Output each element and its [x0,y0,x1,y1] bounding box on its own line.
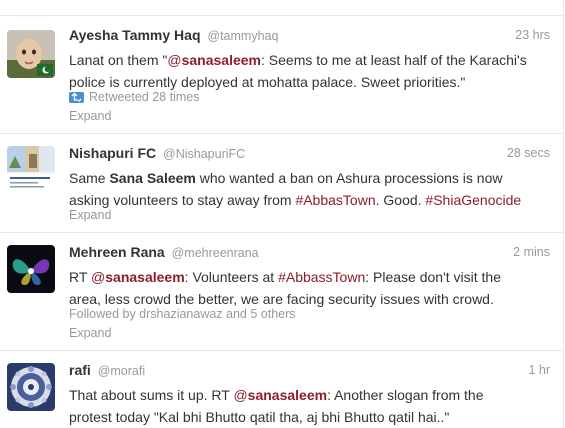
mention-link[interactable]: @sanasaleem [91,269,185,285]
tweet-item[interactable]: Ayesha Tammy Haq @tammyhaq 23 hrs Lanat … [0,15,563,133]
mosaic-pattern-icon [7,363,55,411]
tweet-text: Same Sana Saleem who wanted a ban on Ash… [69,167,550,211]
tweet-text: RT @sanasaleem: Volunteers at #AbbassTow… [69,266,550,310]
text-segment: : Another slogan from the [327,387,484,403]
tweet-item[interactable]: Mehreen Rana @mehreenrana 2 mins RT @san… [0,232,563,350]
tweet-text: That about sums it up. RT @sanasaleem: A… [69,384,550,428]
bold-name: Sana Saleem [109,170,196,186]
tweet-timeline: Ayesha Tammy Haq @tammyhaq 23 hrs Lanat … [0,0,564,428]
retweet-icon [69,92,84,103]
text-segment: : Seems to me at least half of the Karac… [261,52,527,68]
avatar[interactable] [7,146,55,194]
butterfly-art-icon [7,245,55,293]
timestamp-link[interactable]: 28 secs [507,145,550,161]
tweet-header: Mehreen Rana @mehreenrana 2 mins [69,244,550,260]
fullname-link[interactable]: rafi [69,362,91,378]
expand-link[interactable]: Expand [69,108,111,124]
text-segment: That about sums it up. RT [69,387,234,403]
hashtag-link[interactable]: #ShiaGenocide [425,192,521,208]
mention-at: @ [167,52,182,68]
text-segment: who wanted a ban on Ashura processions i… [195,170,503,186]
tweet-text: Lanat on them "@sanasaleem: Seems to me … [69,49,550,93]
timestamp-link[interactable]: 1 hr [528,362,550,378]
hashtag-link[interactable]: #AbbassTown [278,269,365,285]
text-segment: : Volunteers at [184,269,279,285]
expand-link[interactable]: Expand [69,207,111,223]
mention-at: @ [233,387,248,403]
text-segment: RT [69,269,92,285]
mention-at: @ [91,269,106,285]
avatar[interactable] [7,30,55,78]
child-photo-icon [7,30,55,78]
tweet-item[interactable]: rafi @morafi 1 hr That about sums it up.… [0,350,563,428]
mention-name: sanasaleem [105,269,185,285]
mention-link[interactable]: @sanasaleem [233,387,327,403]
text-segment: : Please don't visit the [365,269,501,285]
text-segment: protest today "Kal bhi Bhutto qatil tha,… [69,409,450,425]
tweet-header: rafi @morafi 1 hr [69,362,550,378]
fullname-link[interactable]: Ayesha Tammy Haq [69,27,201,43]
followed-by-info: Followed by drshazianawaz and 5 others [69,307,296,321]
timestamp-link[interactable]: 2 mins [513,244,550,260]
text-segment: . Good. [375,192,426,208]
screen-name-link[interactable]: @tammyhaq [207,29,278,43]
screen-name-link[interactable]: @morafi [98,364,145,378]
text-segment: Lanat on them " [69,52,168,68]
nishapuri-logo-icon [7,146,55,194]
text-segment: area, less crowd the better, we are faci… [69,291,494,307]
retweet-info: Retweeted 28 times [69,89,199,105]
tweet-header: Nishapuri FC @NishapuriFC 28 secs [69,145,550,161]
fullname-link[interactable]: Nishapuri FC [69,145,156,161]
text-segment: asking volunteers to stay away from [69,192,296,208]
screen-name-link[interactable]: @mehreenrana [172,246,259,260]
retweet-count: Retweeted 28 times [89,90,200,104]
text-segment: police is currently deployed at mohatta … [69,74,466,90]
avatar[interactable] [7,363,55,411]
text-segment: Same [69,170,110,186]
fullname-link[interactable]: Mehreen Rana [69,244,165,260]
expand-link[interactable]: Expand [69,325,111,341]
tweet-header: Ayesha Tammy Haq @tammyhaq 23 hrs [69,27,550,43]
avatar[interactable] [7,245,55,293]
tweet-item[interactable]: Nishapuri FC @NishapuriFC 28 secs Same S… [0,133,563,232]
screen-name-link[interactable]: @NishapuriFC [163,147,245,161]
hashtag-link[interactable]: #AbbasTown [295,192,375,208]
timestamp-link[interactable]: 23 hrs [515,27,550,43]
mention-name: sanasaleem [247,387,328,403]
mention-name: sanasaleem [181,52,261,68]
mention-link[interactable]: @sanasaleem [167,52,261,68]
